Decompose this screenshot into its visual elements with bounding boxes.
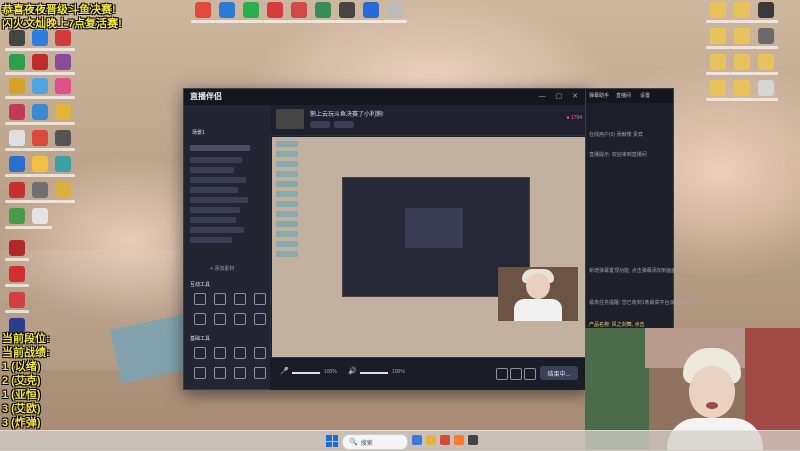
speaker-volume-slider[interactable] [360, 372, 388, 374]
scene-item[interactable] [190, 217, 236, 223]
mic-volume: 100% [324, 369, 337, 375]
taskbar-search[interactable]: 🔍 搜索 [342, 434, 408, 450]
record-label: 当前战绩: [2, 347, 50, 359]
tool-icon[interactable] [234, 313, 246, 325]
app-name: 直播伴侣 [190, 92, 222, 101]
overlay-title-2: 闪火文灿晚上7点复活赛! [2, 18, 122, 30]
tab-settings[interactable]: 设置 [640, 92, 650, 99]
desktop-icon[interactable] [27, 208, 53, 244]
app-titlebar: 直播伴侣 — ▢ ✕ [184, 89, 588, 105]
tool-icon[interactable] [254, 293, 266, 305]
window-controls[interactable]: — ▢ ✕ [539, 92, 582, 100]
record-item: 1 (以绪) [2, 361, 41, 373]
tool-icon[interactable] [234, 367, 246, 379]
stream-preview[interactable] [272, 137, 586, 357]
stream-title[interactable]: 鹅上云玩斗鱼决赛了小利鹅! [310, 109, 384, 118]
scene-item[interactable] [190, 167, 234, 173]
search-icon: 🔍 [349, 439, 358, 446]
search-placeholder: 搜索 [360, 440, 373, 447]
tool-icon[interactable] [254, 347, 266, 359]
basic-tools-title: 基础工具 [190, 336, 211, 342]
tool-icon[interactable] [194, 313, 206, 325]
chat-tabs: 弹幕助手 直播间 设置 [586, 89, 673, 103]
tool-icon[interactable] [254, 313, 266, 325]
tool-icon[interactable] [214, 367, 226, 379]
tab-room[interactable]: 直播间 [616, 92, 631, 99]
scene-item[interactable] [190, 177, 246, 183]
category-tag[interactable] [310, 121, 330, 128]
product-row: 产品名称: 风之剑舞, 点击 [589, 322, 645, 328]
stream-thumbnail[interactable] [276, 109, 304, 129]
taskbar-app-icon[interactable] [440, 435, 450, 445]
scene-panel: 场景1 + 添加素材 互动工具 基础工具 [184, 105, 271, 389]
task-reminder: 最高任务提醒: 您已收到1条最高平台派发的任务 [589, 300, 695, 306]
folder-icon[interactable] [705, 80, 731, 116]
category-tag[interactable] [334, 121, 354, 128]
desktop-icon[interactable] [262, 2, 288, 38]
interactive-tools-title: 互动工具 [190, 282, 211, 288]
webcam-preview [498, 267, 578, 321]
scene-item[interactable] [190, 187, 238, 193]
feature-tip: 新增弹幕置顶功能, 点击弹幕添加到画面 [589, 268, 677, 274]
tool-icon[interactable] [214, 347, 226, 359]
tool-icon[interactable] [214, 313, 226, 325]
taskbar-app-icon[interactable] [426, 435, 436, 445]
rank-label: 当前段位: [2, 333, 50, 345]
taskbar: 🔍 搜索 [0, 430, 800, 451]
taskbar-app-icon[interactable] [454, 435, 464, 445]
tool-icon[interactable] [254, 367, 266, 379]
tool-icon[interactable] [214, 293, 226, 305]
scene-item[interactable] [190, 197, 248, 203]
taskbar-app-icon[interactable] [412, 435, 422, 445]
overlay-title-1: 恭喜夜夜晋级斗鱼决赛! [2, 4, 116, 16]
scene-item[interactable] [190, 227, 244, 233]
tool-icon[interactable] [194, 367, 206, 379]
mic-volume-slider[interactable] [292, 372, 320, 374]
add-source-button[interactable]: + 添加素材 [210, 265, 234, 272]
nested-preview [405, 208, 463, 248]
tab-danmu[interactable]: 弹幕助手 [589, 92, 609, 99]
desktop-icon[interactable] [334, 2, 360, 38]
taskbar-app-icon[interactable] [468, 435, 478, 445]
desktop-icon[interactable] [310, 2, 336, 38]
desktop-icon[interactable] [190, 2, 216, 38]
share-icon[interactable] [524, 368, 536, 380]
desktop-icon[interactable] [50, 182, 76, 218]
scene-item[interactable] [190, 145, 250, 151]
scene-item[interactable] [190, 237, 232, 243]
scene-item[interactable] [190, 157, 242, 163]
mic-icon[interactable]: 🎤 [280, 367, 289, 375]
speaker-volume: 100% [392, 369, 405, 375]
record-icon[interactable] [510, 368, 522, 380]
record-item: 1 (亚恒) [2, 389, 41, 401]
scene-item[interactable] [190, 207, 240, 213]
desktop-icon[interactable] [214, 2, 240, 38]
stream-info-bar: 鹅上云玩斗鱼决赛了小利鹅! ● 1794 [270, 105, 588, 136]
scene-section-title: 场景1 [192, 130, 205, 136]
record-item: 2 (艾克) [2, 375, 41, 387]
folder-icon[interactable] [729, 80, 755, 116]
chat-overlay [276, 141, 298, 291]
tool-icon[interactable] [194, 293, 206, 305]
start-button[interactable] [326, 435, 338, 447]
desktop-icon[interactable] [753, 80, 779, 116]
streaming-app-window: 直播伴侣 — ▢ ✕ 场景1 + 添加素材 互动工具 基础工具 鹅上云玩斗鱼决赛… [183, 88, 589, 390]
tool-icon[interactable] [234, 347, 246, 359]
speaker-icon[interactable]: 🔊 [348, 367, 357, 375]
online-users-row[interactable]: 在线用户(0) 贡献榜 贵宾 [589, 131, 643, 138]
tip-row: 直播提示: 欢迎来到直播间 [589, 152, 647, 158]
tool-icon[interactable] [194, 347, 206, 359]
record-item: 3 (艾欧) [2, 403, 41, 415]
control-bar: 🎤 100% 🔊 100% 结束中... [270, 357, 588, 390]
desktop-icon[interactable] [382, 2, 408, 38]
record-item: 3 (炸弹) [2, 417, 41, 429]
settings-icon[interactable] [496, 368, 508, 380]
viewer-stats: ● 1794 [566, 115, 582, 121]
desktop-icon[interactable] [358, 2, 384, 38]
desktop-icon[interactable] [238, 2, 264, 38]
go-live-button[interactable]: 结束中... [540, 366, 578, 380]
desktop-icon[interactable] [286, 2, 312, 38]
tool-icon[interactable] [234, 293, 246, 305]
